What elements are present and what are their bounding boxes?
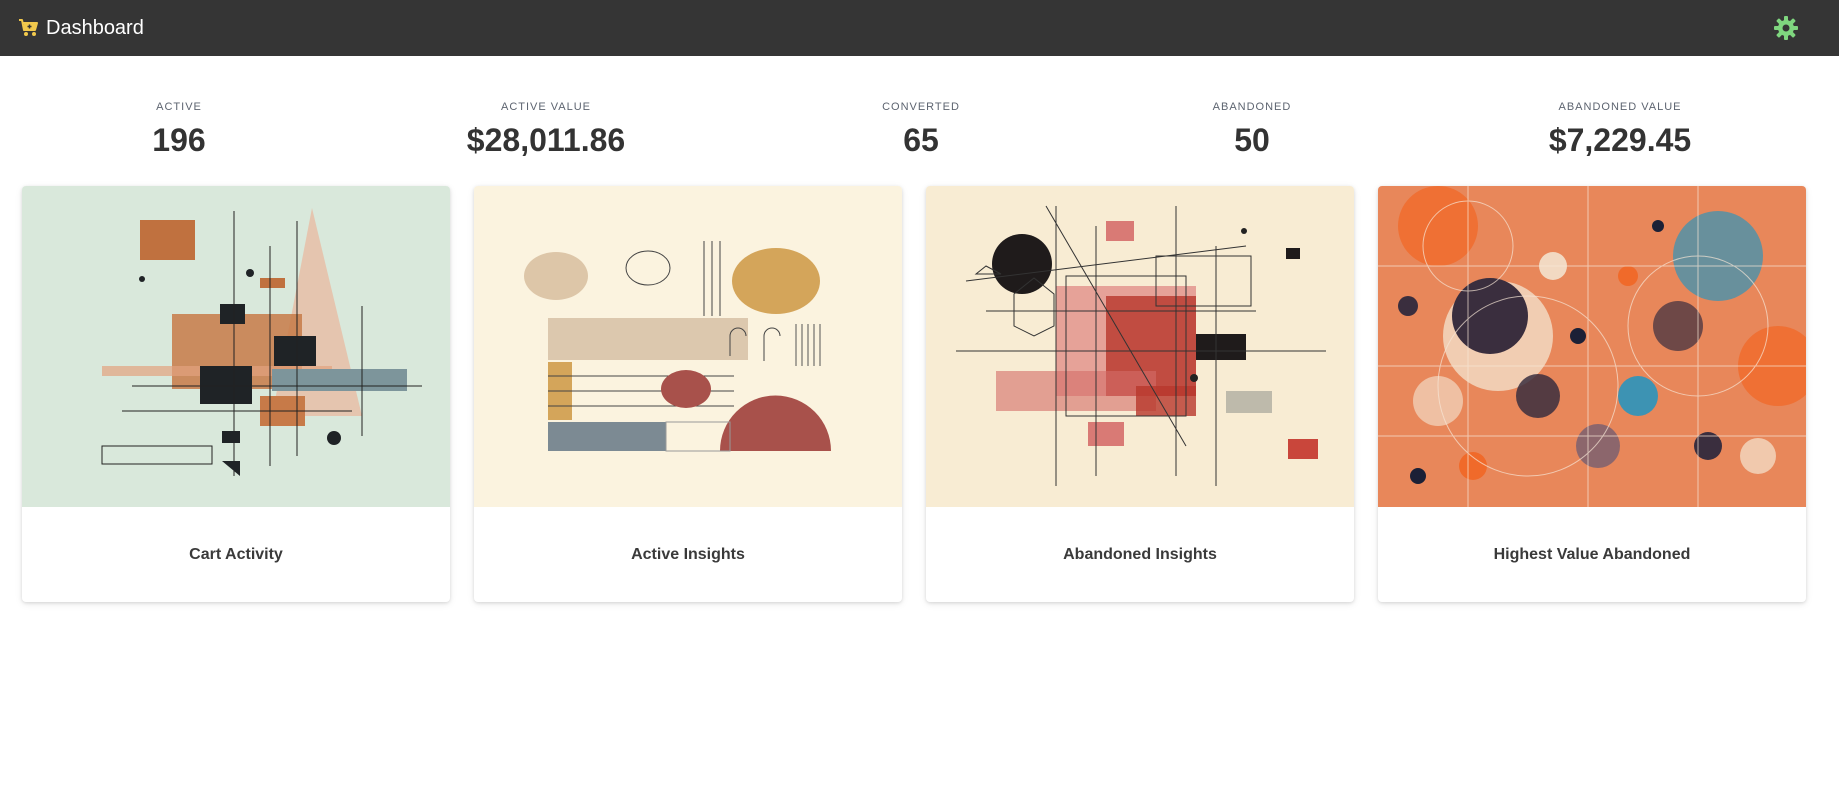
- stat-active: ACTIVE 196: [152, 100, 205, 158]
- card-highest-value-abandoned[interactable]: Highest Value Abandoned: [1378, 186, 1806, 602]
- stat-value: 50: [1234, 122, 1270, 158]
- abandoned-insights-artwork: [926, 186, 1354, 507]
- stat-value: $28,011.86: [466, 122, 626, 158]
- card-title: Cart Activity: [189, 545, 283, 563]
- card-cart-activity[interactable]: Cart Activity: [22, 186, 450, 602]
- stat-abandoned: ABANDONED 50: [1213, 100, 1292, 158]
- stat-active-value: ACTIVE VALUE $28,011.86: [467, 100, 625, 158]
- cart-activity-artwork: [22, 186, 450, 507]
- card-title: Abandoned Insights: [1063, 545, 1217, 563]
- card-abandoned-insights[interactable]: Abandoned Insights: [926, 186, 1354, 602]
- stat-abandoned-value: ABANDONED VALUE $7,229.45: [1549, 100, 1691, 158]
- dashboard-brand-link[interactable]: Dashboard: [18, 0, 144, 56]
- settings-button[interactable]: [1773, 15, 1799, 41]
- card-title: Active Insights: [631, 545, 745, 563]
- stats-row: ACTIVE 196 ACTIVE VALUE $28,011.86 CONVE…: [0, 100, 1839, 170]
- highest-value-abandoned-artwork: [1378, 186, 1806, 507]
- stat-value: 196: [152, 122, 206, 158]
- card-active-insights[interactable]: Active Insights: [474, 186, 902, 602]
- stat-value: 65: [903, 122, 939, 158]
- stat-label: ACTIVE: [156, 101, 202, 113]
- card-title: Highest Value Abandoned: [1493, 545, 1691, 563]
- stat-label: ACTIVE VALUE: [500, 101, 592, 113]
- stat-label: CONVERTED: [882, 101, 960, 113]
- top-nav-bar: Dashboard: [0, 0, 1839, 56]
- active-insights-artwork: [474, 186, 902, 507]
- stat-label: ABANDONED: [1212, 101, 1292, 113]
- stat-label: ABANDONED VALUE: [1558, 101, 1682, 113]
- stat-converted: CONVERTED 65: [882, 100, 960, 158]
- page-title: Dashboard: [46, 16, 144, 39]
- shopping-cart-icon: [18, 18, 40, 38]
- stat-value: $7,229.45: [1548, 122, 1692, 158]
- gear-icon: [1773, 16, 1799, 45]
